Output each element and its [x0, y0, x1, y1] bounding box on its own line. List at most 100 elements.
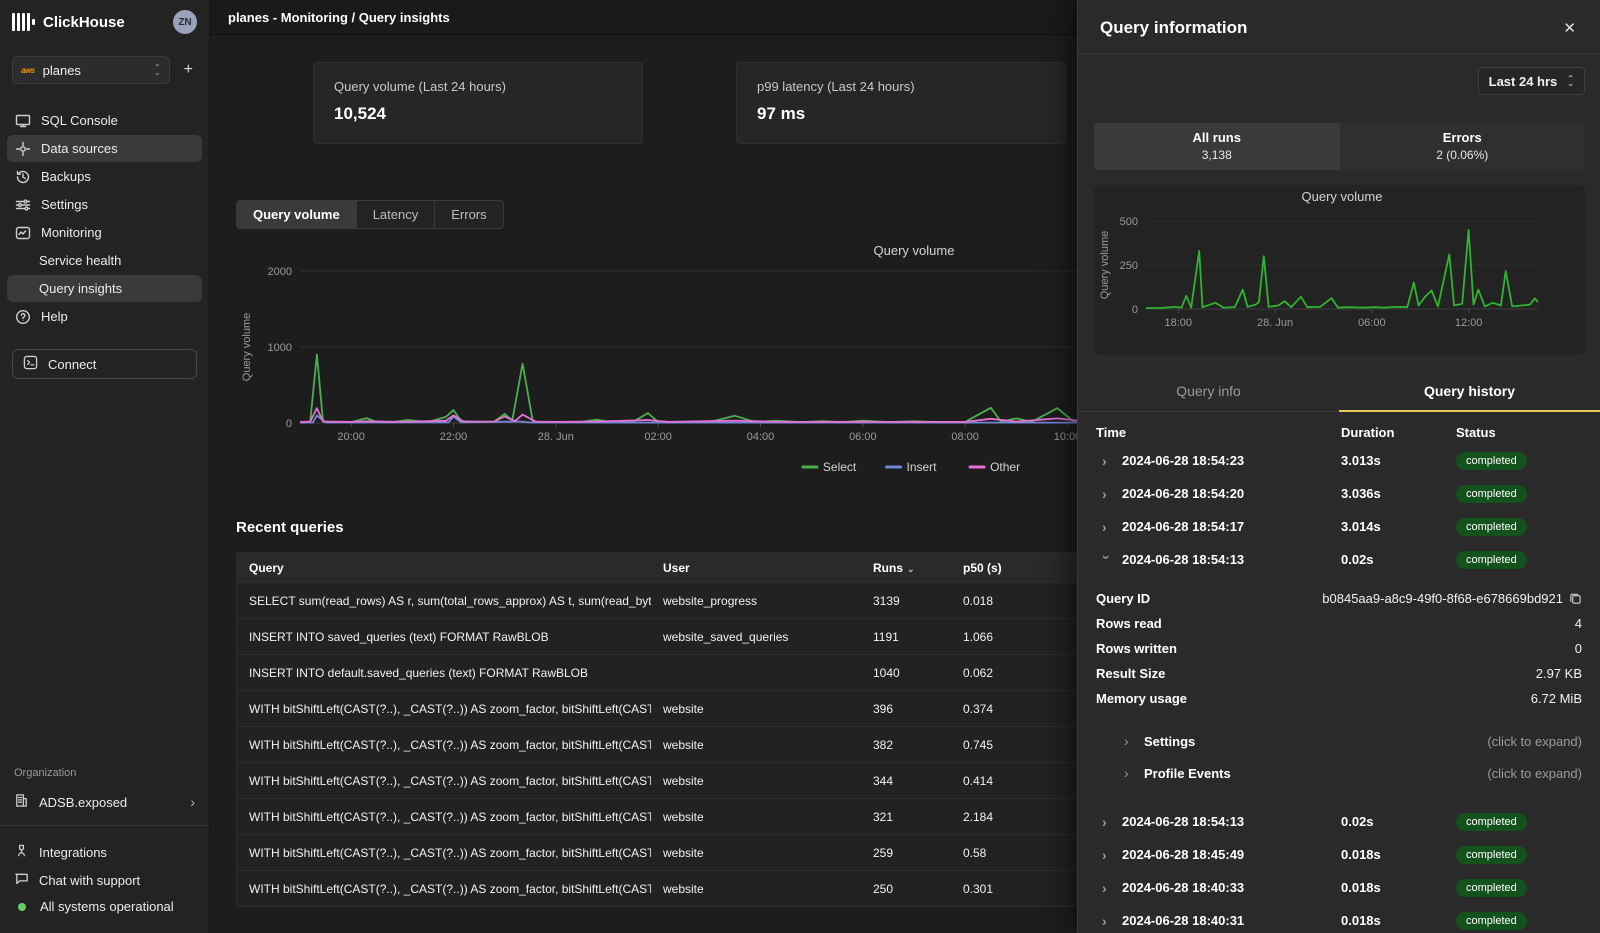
system-status-item[interactable]: All systems operational	[0, 894, 209, 919]
sidebar-item-settings[interactable]: Settings	[7, 191, 202, 218]
run-time: 2024-06-28 18:54:20	[1122, 486, 1244, 501]
col-p50[interactable]: p50 (s)	[951, 561, 1061, 575]
sidebar-item-help[interactable]: Help	[7, 303, 202, 330]
time-range-select[interactable]: Last 24 hrs ⌃⌄	[1478, 67, 1585, 95]
run-duration: 3.036s	[1341, 486, 1456, 501]
detail-label: Rows read	[1096, 616, 1162, 631]
query-cell: WITH bitShiftLeft(CAST(?..), _CAST(?..))…	[237, 810, 651, 824]
p50-cell: 0.58	[951, 846, 1061, 860]
chevron-right-icon[interactable]: ›	[1102, 453, 1112, 469]
svg-text:Query volume: Query volume	[241, 313, 253, 381]
query-volume-value: 10,524	[334, 104, 622, 124]
chevron-right-icon[interactable]: ›	[1102, 519, 1112, 535]
sidebar-item-query-insights[interactable]: Query insights	[7, 275, 202, 302]
tab-errors-summary[interactable]: Errors 2 (0.06%)	[1340, 123, 1586, 170]
sidebar-item-sql-console[interactable]: SQL Console	[7, 107, 202, 134]
history-row[interactable]: ›2024-06-28 18:54:17 3.014s completed	[1096, 510, 1582, 543]
integrations-item[interactable]: Integrations	[0, 838, 209, 866]
chat-support-item[interactable]: Chat with support	[0, 866, 209, 894]
close-icon[interactable]: ✕	[1559, 17, 1580, 39]
p50-cell: 0.414	[951, 774, 1061, 788]
chevron-updown-icon: ⌃⌄	[1567, 76, 1574, 86]
history-header-row: Time Duration Status	[1096, 412, 1582, 444]
sidebar-item-service-health[interactable]: Service health	[7, 247, 202, 274]
detail-value: 4	[1575, 616, 1582, 631]
p50-cell: 0.374	[951, 702, 1061, 716]
stat-card-query-volume: Query volume (Last 24 hours) 10,524	[313, 62, 643, 144]
chevron-right-icon[interactable]: ›	[1102, 486, 1112, 502]
tab-query-info[interactable]: Query info	[1078, 373, 1339, 412]
query-cell: WITH bitShiftLeft(CAST(?..), _CAST(?..))…	[237, 846, 651, 860]
workspace-select[interactable]: aws planes ⌃⌄	[12, 56, 170, 84]
runs-cell: 3139	[861, 594, 951, 608]
stat-card-p99-latency: p99 latency (Last 24 hours) 97 ms	[736, 62, 1066, 144]
query-cell: WITH bitShiftLeft(CAST(?..), _CAST(?..))…	[237, 702, 651, 716]
svg-text:Query volume: Query volume	[1099, 231, 1111, 299]
run-time: 2024-06-28 18:54:13	[1122, 814, 1244, 829]
data-sources-icon	[15, 141, 31, 157]
tab-query-history[interactable]: Query history	[1339, 373, 1600, 412]
p50-cell: 0.062	[951, 666, 1061, 680]
svg-text:250: 250	[1120, 260, 1138, 272]
svg-text:06:00: 06:00	[849, 431, 877, 443]
p50-cell: 0.745	[951, 738, 1061, 752]
history-row[interactable]: ›2024-06-28 18:40:33 0.018s completed	[1096, 871, 1582, 904]
integrations-icon	[14, 843, 29, 861]
svg-text:0: 0	[286, 418, 292, 430]
svg-text:20:00: 20:00	[337, 431, 365, 443]
detail-label: Rows written	[1096, 641, 1177, 656]
svg-text:2000: 2000	[268, 266, 292, 278]
history-row[interactable]: ›2024-06-28 18:54:13 0.02s completed	[1096, 805, 1582, 838]
expandable-section[interactable]: › Profile Events (click to expand)	[1096, 757, 1582, 789]
tab-all-runs[interactable]: All runs 3,138	[1094, 123, 1340, 170]
sidebar-item-monitoring[interactable]: Monitoring	[7, 219, 202, 246]
p50-cell: 0.301	[951, 882, 1061, 896]
tab-errors[interactable]: Errors	[435, 201, 502, 228]
tab-query-volume[interactable]: Query volume	[237, 201, 357, 228]
status-dot-icon	[18, 903, 26, 911]
col-runs[interactable]: Runs⌄	[861, 561, 951, 575]
run-time: 2024-06-28 18:54:17	[1122, 519, 1244, 534]
svg-text:08:00: 08:00	[951, 431, 979, 443]
user-avatar[interactable]: ZN	[173, 10, 197, 34]
history-row[interactable]: ›2024-06-28 18:54:20 3.036s completed	[1096, 477, 1582, 510]
svg-text:22:00: 22:00	[440, 431, 468, 443]
svg-text:Query volume: Query volume	[874, 243, 955, 258]
history-row[interactable]: ›2024-06-28 18:40:31 0.018s completed	[1096, 904, 1582, 933]
connect-button[interactable]: Connect	[12, 349, 197, 379]
user-cell: website	[651, 882, 861, 896]
sidebar-item-backups[interactable]: Backups	[7, 163, 202, 190]
expand-hint: (click to expand)	[1195, 734, 1582, 749]
copy-icon[interactable]	[1569, 592, 1582, 605]
chevron-right-icon[interactable]: ›	[1102, 814, 1112, 830]
col-query[interactable]: Query	[237, 561, 651, 575]
chevron-right-icon[interactable]: ›	[1102, 847, 1112, 863]
add-service-button[interactable]: +	[180, 61, 197, 79]
chevron-right-icon[interactable]: ›	[1102, 913, 1112, 929]
tab-latency[interactable]: Latency	[357, 201, 436, 228]
svg-text:28. Jun: 28. Jun	[538, 431, 574, 443]
organization-label: Organization	[0, 767, 209, 779]
organization-item[interactable]: ADSB.exposed ›	[0, 789, 209, 825]
chevron-right-icon[interactable]: ›	[1102, 880, 1112, 896]
history-row[interactable]: ›2024-06-28 18:54:13 0.02s completed	[1096, 543, 1582, 576]
chevron-right-icon[interactable]: ›	[1099, 555, 1115, 565]
mini-chart-card: 025050018:0028. Jun06:0012:00Query volum…	[1094, 185, 1585, 355]
runs-cell: 250	[861, 882, 951, 896]
query-cell: INSERT INTO saved_queries (text) FORMAT …	[237, 630, 651, 644]
detail-value: 0	[1575, 641, 1582, 656]
history-row[interactable]: ›2024-06-28 18:45:49 0.018s completed	[1096, 838, 1582, 871]
detail-label: Query ID	[1096, 591, 1150, 606]
svg-text:500: 500	[1120, 216, 1138, 228]
panel-title: Query information	[1100, 18, 1559, 38]
col-user[interactable]: User	[651, 561, 861, 575]
status-badge: completed	[1456, 813, 1527, 831]
sidebar-item-data-sources[interactable]: Data sources	[7, 135, 202, 162]
chevron-updown-icon: ⌃⌄	[154, 65, 161, 75]
all-runs-count: 3,138	[1094, 148, 1340, 162]
chevron-right-icon: ›	[1124, 765, 1134, 781]
p50-cell: 0.018	[951, 594, 1061, 608]
brand-row: ClickHouse ZN	[0, 0, 209, 40]
expandable-section[interactable]: › Settings (click to expand)	[1096, 725, 1582, 757]
history-row[interactable]: ›2024-06-28 18:54:23 3.013s completed	[1096, 444, 1582, 477]
